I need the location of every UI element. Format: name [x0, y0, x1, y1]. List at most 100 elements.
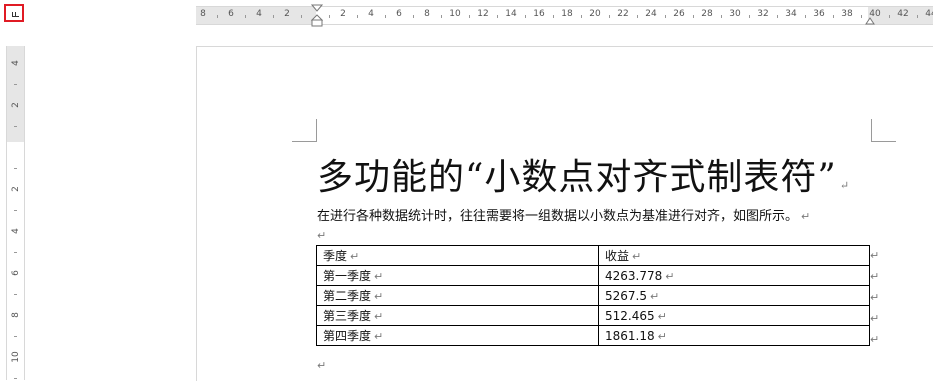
- ruler-tick: [553, 15, 554, 18]
- ruler-label: 30: [729, 9, 741, 19]
- ruler-tick: [413, 15, 414, 18]
- ruler-tick: [273, 15, 274, 18]
- vertical-ruler[interactable]: 4 2 2 4 6 8 10: [6, 46, 25, 380]
- paragraph-mark: ↵: [801, 210, 811, 223]
- table-row: 第三季度 ↵ 512.465 ↵: [316, 305, 870, 326]
- ruler-label: 2: [284, 9, 290, 19]
- table-header-row: 季度 ↵ 收益 ↵: [316, 245, 870, 266]
- ruler-label: 8: [424, 9, 430, 19]
- document-heading[interactable]: 多功能的“小数点对齐式制表符” ↵: [317, 148, 850, 200]
- first-line-indent-marker[interactable]: [311, 4, 323, 27]
- ruler-label: 2: [11, 186, 21, 192]
- ruler-label: 28: [701, 9, 713, 19]
- ruler-tick: [14, 378, 17, 379]
- table-cell[interactable]: 1861.18 ↵: [598, 325, 870, 346]
- ruler-tick: [693, 15, 694, 18]
- row-end-mark: ↵: [870, 312, 880, 325]
- ruler-label: 2: [11, 102, 21, 108]
- table-cell[interactable]: 第三季度 ↵: [316, 305, 599, 326]
- ruler-label: 22: [617, 9, 629, 19]
- ruler-label: 10: [449, 9, 461, 19]
- ruler-label: 6: [228, 9, 234, 19]
- row-end-mark: ↵: [870, 249, 880, 262]
- ruler-tick: [805, 15, 806, 18]
- ruler-tick: [329, 15, 330, 18]
- ruler-label: 36: [813, 9, 825, 19]
- empty-paragraph-mark[interactable]: ↵: [317, 359, 326, 372]
- decimal-tab-icon: [12, 12, 19, 17]
- ruler-tick: [889, 15, 890, 18]
- ruler-label: 38: [841, 9, 853, 19]
- row-end-mark: ↵: [870, 333, 880, 346]
- document-paragraph[interactable]: 在进行各种数据统计时，往往需要将一组数据以小数点为基准进行对齐，如图所示。 ↵: [317, 205, 810, 224]
- ruler-label: 4: [11, 60, 21, 66]
- ruler-label: 2: [340, 9, 346, 19]
- ruler-tick: [14, 336, 17, 337]
- ruler-tick: [469, 15, 470, 18]
- table-cell[interactable]: 4263.778 ↵: [598, 265, 870, 286]
- row-end-marks: ↵ ↵ ↵ ↵ ↵: [870, 245, 879, 350]
- ruler-label: 12: [477, 9, 489, 19]
- ruler-tick: [357, 15, 358, 18]
- ruler-label: 18: [561, 9, 573, 19]
- ruler-label: 4: [368, 9, 374, 19]
- ruler-tick: [14, 84, 17, 85]
- quarterly-revenue-table[interactable]: 季度 ↵ 收益 ↵ 第一季度 ↵ 4263.778 ↵ 第二季度 ↵ 5267.5 ↵ 第三…: [316, 245, 870, 346]
- ruler-label: 24: [645, 9, 657, 19]
- ruler-tick: [245, 15, 246, 18]
- ruler-tick: [833, 15, 834, 18]
- table-cell[interactable]: 512.465 ↵: [598, 305, 870, 326]
- ruler-tick: [637, 15, 638, 18]
- ruler-tick: [14, 294, 17, 295]
- table-cell[interactable]: 第一季度 ↵: [316, 265, 599, 286]
- ruler-tick: [301, 15, 302, 18]
- ruler-label: 42: [897, 9, 909, 19]
- paragraph-mark: ↵: [839, 179, 851, 192]
- ruler-label: 4: [256, 9, 262, 19]
- ruler-tick: [581, 15, 582, 18]
- tab-stop-selector[interactable]: [4, 4, 24, 22]
- ruler-tick: [14, 126, 17, 127]
- ruler-label: 6: [11, 270, 21, 276]
- ruler-tick: [14, 210, 17, 211]
- right-indent-marker[interactable]: [865, 12, 875, 31]
- ruler-label: 6: [396, 9, 402, 19]
- ruler-tick: [497, 15, 498, 18]
- ruler-label: 26: [673, 9, 685, 19]
- ruler-tick: [525, 15, 526, 18]
- horizontal-ruler[interactable]: 8 6 4 2 2 4 6 8 10 12 14 16 18 20 22 24 26 28 30 32 34 36 38 40…: [196, 4, 933, 27]
- ruler-label: 14: [505, 9, 517, 19]
- ruler-label: 34: [785, 9, 797, 19]
- ruler-tick: [14, 252, 17, 253]
- table-cell[interactable]: 收益 ↵: [598, 245, 870, 266]
- table-cell[interactable]: 第四季度 ↵: [316, 325, 599, 346]
- document-page[interactable]: 多功能的“小数点对齐式制表符” ↵ 在进行各种数据统计时，往往需要将一组数据以小数…: [196, 46, 933, 381]
- ruler-tick: [917, 15, 918, 18]
- row-end-mark: ↵: [870, 291, 880, 304]
- table-row: 第二季度 ↵ 5267.5 ↵: [316, 285, 870, 306]
- table-cell[interactable]: 5267.5 ↵: [598, 285, 870, 306]
- empty-paragraph-mark[interactable]: ↵: [317, 229, 326, 242]
- ruler-tick: [441, 15, 442, 18]
- ruler-tick: [777, 15, 778, 18]
- ruler-label: 4: [11, 228, 21, 234]
- row-end-mark: ↵: [870, 270, 880, 283]
- ruler-tick: [721, 15, 722, 18]
- ruler-tick: [861, 15, 862, 18]
- table-row: 第一季度 ↵ 4263.778 ↵: [316, 265, 870, 286]
- ruler-label: 32: [757, 9, 769, 19]
- table-cell[interactable]: 第二季度 ↵: [316, 285, 599, 306]
- ruler-label: 10: [11, 351, 21, 363]
- ruler-tick: [14, 168, 17, 169]
- ruler-label: 16: [533, 9, 545, 19]
- ruler-label: 8: [11, 312, 21, 318]
- ruler-label: 8: [200, 9, 206, 19]
- ruler-tick: [749, 15, 750, 18]
- ruler-tick: [217, 15, 218, 18]
- crop-mark-top-right: [871, 119, 896, 142]
- table-row: 第四季度 ↵ 1861.18 ↵: [316, 325, 870, 346]
- ruler-label: 44: [925, 9, 933, 19]
- ruler-tick: [609, 15, 610, 18]
- table-cell[interactable]: 季度 ↵: [316, 245, 599, 266]
- ruler-tick: [665, 15, 666, 18]
